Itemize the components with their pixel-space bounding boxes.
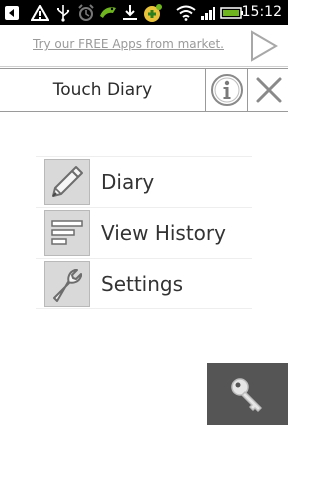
- play-arrow-icon[interactable]: [248, 29, 280, 63]
- close-button[interactable]: [247, 69, 289, 111]
- alarm-icon: [77, 3, 95, 22]
- download-icon: [122, 3, 138, 22]
- warning-icon: [31, 3, 49, 22]
- pencil-icon: [44, 159, 90, 205]
- app-title: Touch Diary: [52, 80, 153, 100]
- close-icon: [256, 77, 281, 103]
- ad-link[interactable]: Try our FREE Apps from market.: [33, 37, 224, 51]
- info-button[interactable]: [205, 69, 247, 111]
- list-icon: [44, 210, 90, 256]
- title-bar: Touch Diary: [0, 68, 288, 112]
- lock-button[interactable]: [207, 363, 288, 425]
- signal-icon: [200, 3, 216, 22]
- back-notification-icon: [4, 3, 20, 22]
- menu-item-settings[interactable]: Settings: [36, 258, 252, 309]
- menu-label-settings: Settings: [101, 272, 184, 296]
- wrench-icon: [44, 261, 90, 307]
- status-time: 15:12: [241, 4, 282, 20]
- menu-label-view-history: View History: [101, 221, 226, 245]
- battery-icon: [220, 3, 244, 22]
- ad-banner[interactable]: Try our FREE Apps from market.: [0, 25, 288, 67]
- wifi-icon: [176, 3, 196, 22]
- menu-item-view-history[interactable]: View History: [36, 207, 252, 258]
- app-notification-icon: [142, 3, 164, 22]
- status-bar: 15:12: [0, 0, 288, 25]
- usb-icon: [56, 3, 70, 22]
- android-icon: [98, 3, 118, 22]
- main-menu: Diary View History Settings: [36, 156, 252, 309]
- info-icon: [210, 74, 243, 106]
- menu-label-diary: Diary: [101, 170, 155, 194]
- key-icon: [225, 371, 271, 417]
- menu-item-diary[interactable]: Diary: [36, 156, 252, 207]
